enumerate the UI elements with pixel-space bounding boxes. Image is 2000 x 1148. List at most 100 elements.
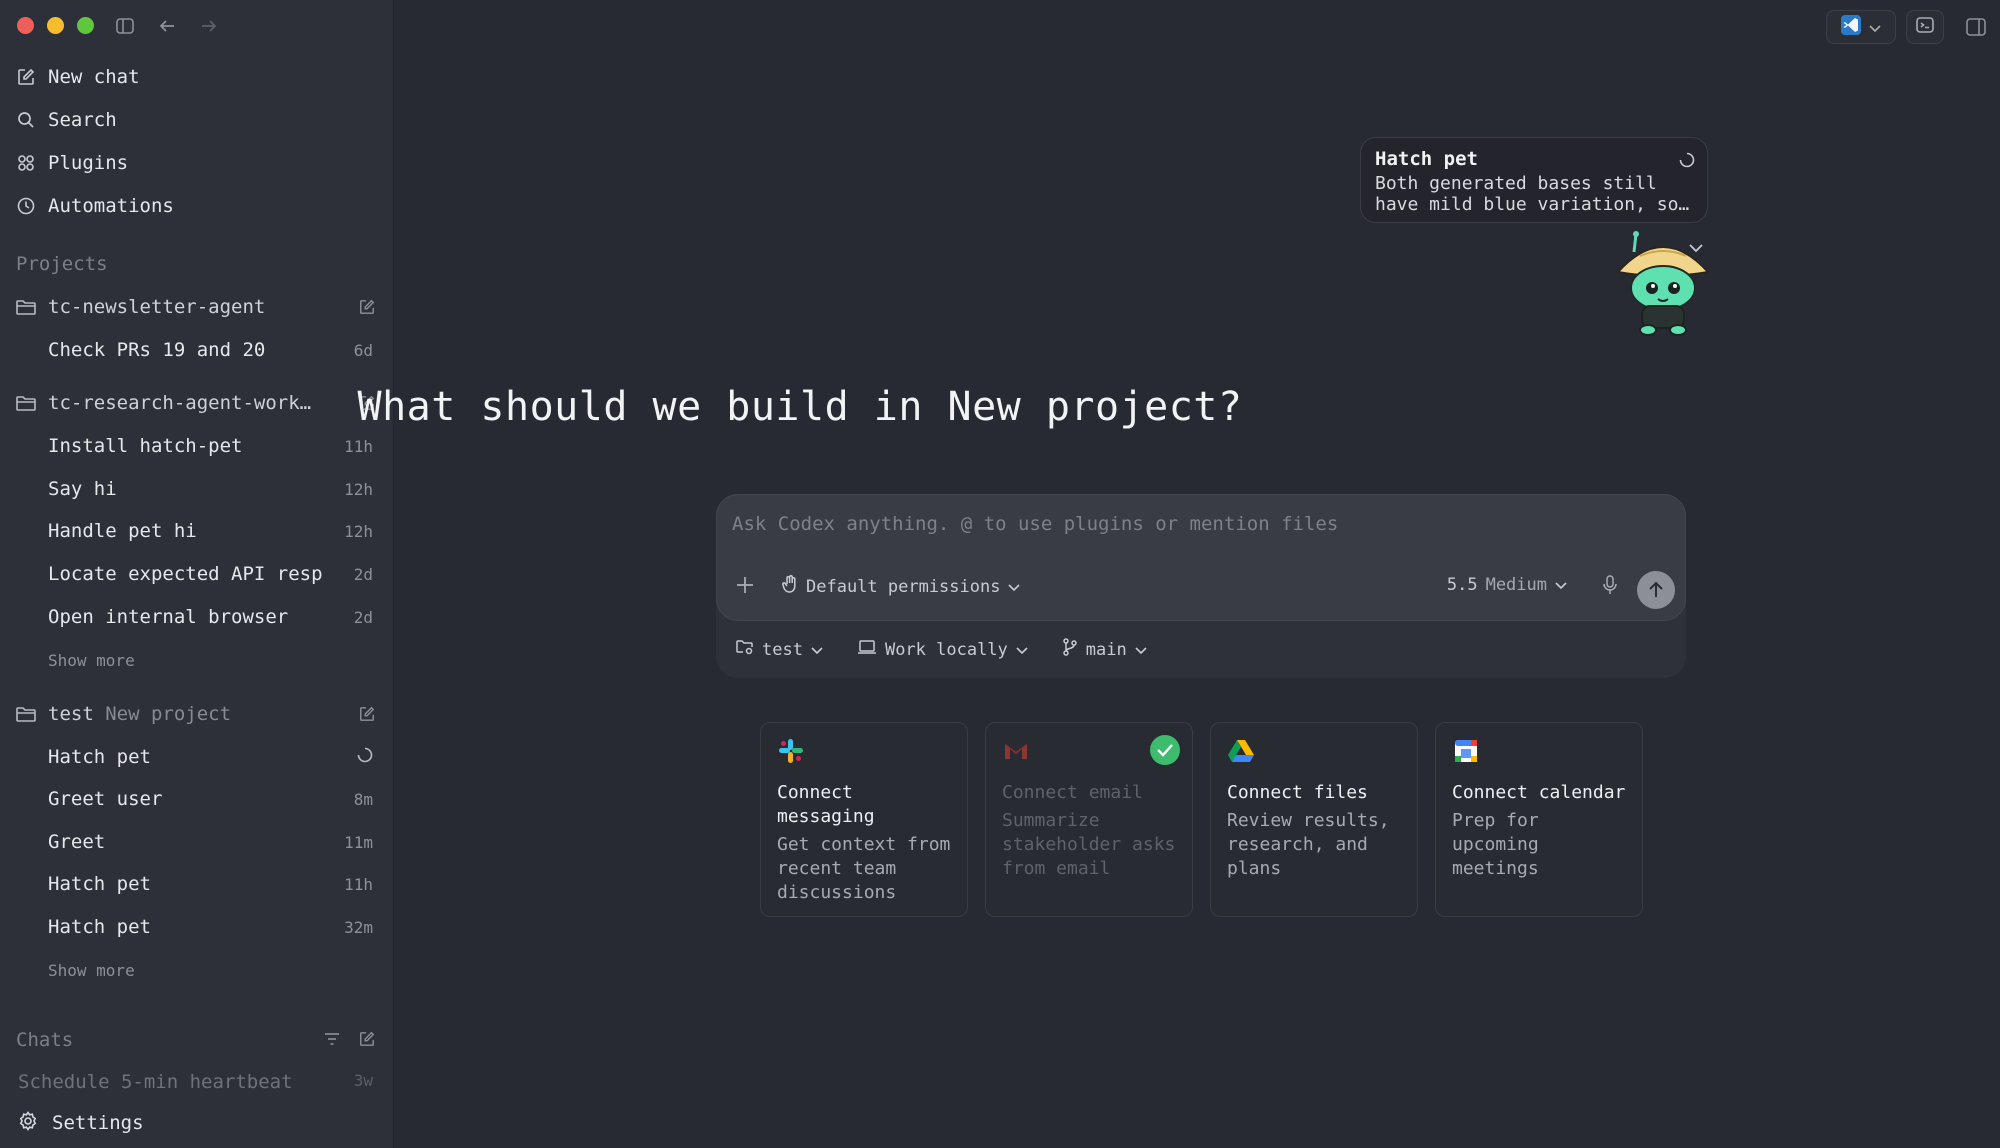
- thread-age: 2d: [353, 564, 373, 584]
- thread-age: 32m: [344, 917, 373, 937]
- thread-item[interactable]: Locate expected API resp… 2d: [48, 559, 373, 589]
- connect-email-card[interactable]: Connect email Summarize stakeholder asks…: [985, 722, 1193, 917]
- thread-title: Check PRs 19 and 20: [48, 339, 266, 361]
- thread-title: Install hatch-pet: [48, 435, 243, 457]
- thread-title: Say hi: [48, 478, 117, 500]
- composer-container: Ask Codex anything. @ to use plugins or …: [716, 494, 1686, 678]
- toggle-sidebar-icon[interactable]: [113, 14, 137, 38]
- nav-new-chat[interactable]: New chat: [16, 62, 140, 92]
- work-location-selector[interactable]: Work locally: [857, 638, 1028, 661]
- pet-status-bubble[interactable]: Hatch pet Both generated bases still hav…: [1360, 137, 1708, 223]
- thread-item[interactable]: Install hatch-pet 11h: [48, 431, 373, 461]
- add-attachment-button[interactable]: [735, 575, 755, 597]
- show-more-link[interactable]: Show more: [48, 961, 135, 980]
- toggle-right-panel-icon[interactable]: [1964, 15, 1988, 39]
- thread-item[interactable]: Open internal browser 2d: [48, 602, 373, 632]
- send-button[interactable]: [1637, 571, 1675, 609]
- card-description: Prep for upcoming meetings: [1452, 810, 1539, 879]
- project-tc-newsletter-agent[interactable]: tc-newsletter-agent: [16, 292, 375, 322]
- model-selector[interactable]: 5.5 Medium: [1447, 575, 1567, 595]
- vscode-icon: [1841, 15, 1861, 39]
- drive-icon: [1228, 740, 1254, 762]
- nav-search[interactable]: Search: [16, 105, 117, 135]
- gmail-icon: [1004, 743, 1028, 759]
- projects-section-label: Projects: [16, 253, 108, 275]
- hand-icon: [782, 575, 798, 598]
- nav-automations[interactable]: Automations: [16, 191, 174, 221]
- connect-files-card[interactable]: Connect files Review results, research, …: [1210, 722, 1418, 917]
- card-description: Summarize stakeholder asks from email: [1002, 810, 1176, 879]
- chevron-down-icon: [1135, 640, 1147, 660]
- project-selector-label: test: [762, 639, 803, 660]
- card-title: Connect calendar: [1452, 782, 1626, 803]
- thread-title: Hatch pet: [48, 873, 151, 895]
- connect-messaging-card[interactable]: Connect messaging Get context from recen…: [760, 722, 968, 917]
- chat-item[interactable]: Schedule 5-min heartbeat 3w: [18, 1071, 373, 1093]
- connect-calendar-card[interactable]: Connect calendar Prep for upcoming meeti…: [1435, 722, 1643, 917]
- card-title: Connect files: [1227, 782, 1368, 803]
- chats-section-label: Chats: [16, 1029, 74, 1051]
- clock-icon: [16, 196, 36, 216]
- thread-title: Locate expected API resp…: [48, 563, 323, 585]
- edit-icon: [16, 67, 36, 87]
- new-thread-edit-icon[interactable]: [355, 297, 375, 317]
- open-in-editor-button[interactable]: [1826, 10, 1896, 44]
- card-description: Review results, research, and plans: [1227, 810, 1390, 879]
- chevron-down-icon: [1555, 575, 1567, 595]
- project-name: tc-newsletter-agent: [48, 296, 266, 318]
- filter-icon[interactable]: [323, 1031, 341, 1051]
- loading-spinner-icon: [1679, 152, 1695, 168]
- loading-spinner-icon: [323, 747, 373, 767]
- context-bar: test Work locally main: [736, 638, 1147, 661]
- search-icon: [16, 110, 36, 130]
- close-window-button[interactable]: [17, 17, 34, 34]
- slack-icon: [779, 739, 803, 763]
- composer[interactable]: Ask Codex anything. @ to use plugins or …: [716, 494, 1686, 621]
- settings-button[interactable]: Settings: [0, 1098, 393, 1148]
- thread-age: 11h: [344, 874, 373, 894]
- thread-item[interactable]: Greet user 8m: [48, 784, 373, 814]
- project-subname: New project: [105, 703, 232, 725]
- prompt-input[interactable]: Ask Codex anything. @ to use plugins or …: [732, 513, 1338, 535]
- show-more-link[interactable]: Show more: [48, 651, 135, 670]
- chevron-down-icon[interactable]: [1688, 238, 1704, 257]
- sidebar: New chat Search Plugins Automations Proj…: [0, 0, 394, 1148]
- chevron-down-icon: [1008, 577, 1021, 597]
- new-thread-edit-icon[interactable]: [355, 704, 375, 724]
- project-name-main: test: [48, 703, 94, 725]
- minimize-window-button[interactable]: [47, 17, 64, 34]
- permissions-label: Default permissions: [806, 576, 1001, 597]
- thread-item-active[interactable]: Hatch pet: [48, 742, 373, 772]
- thread-item[interactable]: Check PRs 19 and 20 6d: [48, 335, 373, 365]
- pet-status-line1: Both generated bases still: [1375, 173, 1657, 194]
- microphone-icon[interactable]: [1603, 575, 1617, 599]
- terminal-toggle-button[interactable]: [1906, 10, 1944, 44]
- chat-age: 3w: [353, 1071, 373, 1090]
- branch-selector[interactable]: main: [1062, 638, 1147, 661]
- new-chat-edit-icon[interactable]: [359, 1031, 375, 1051]
- thread-age: 8m: [353, 789, 373, 809]
- window-controls: [17, 17, 94, 34]
- maximize-window-button[interactable]: [77, 17, 94, 34]
- permissions-dropdown[interactable]: Default permissions: [782, 575, 1021, 598]
- nav-plugins[interactable]: Plugins: [16, 148, 128, 178]
- chats-actions: [323, 1031, 375, 1051]
- thread-item[interactable]: Say hi 12h: [48, 474, 373, 504]
- thread-age: 11h: [344, 436, 373, 456]
- forward-arrow-icon[interactable]: [197, 14, 221, 38]
- gear-icon: [18, 1110, 38, 1136]
- project-selector[interactable]: test: [736, 638, 823, 661]
- model-effort: Medium: [1485, 575, 1547, 595]
- nav-label: Plugins: [48, 152, 129, 174]
- project-test[interactable]: test New project: [16, 699, 375, 729]
- thread-item[interactable]: Greet 11m: [48, 827, 373, 857]
- thread-item[interactable]: Hatch pet 32m: [48, 912, 373, 942]
- thread-item[interactable]: Handle pet hi 12h: [48, 516, 373, 546]
- plus-icon: [737, 577, 753, 593]
- project-name: test New project: [48, 703, 355, 725]
- settings-label: Settings: [52, 1112, 144, 1134]
- back-arrow-icon[interactable]: [155, 14, 179, 38]
- thread-title: Greet user: [48, 788, 163, 810]
- thread-item[interactable]: Hatch pet 11h: [48, 869, 373, 899]
- git-branch-icon: [1062, 638, 1078, 661]
